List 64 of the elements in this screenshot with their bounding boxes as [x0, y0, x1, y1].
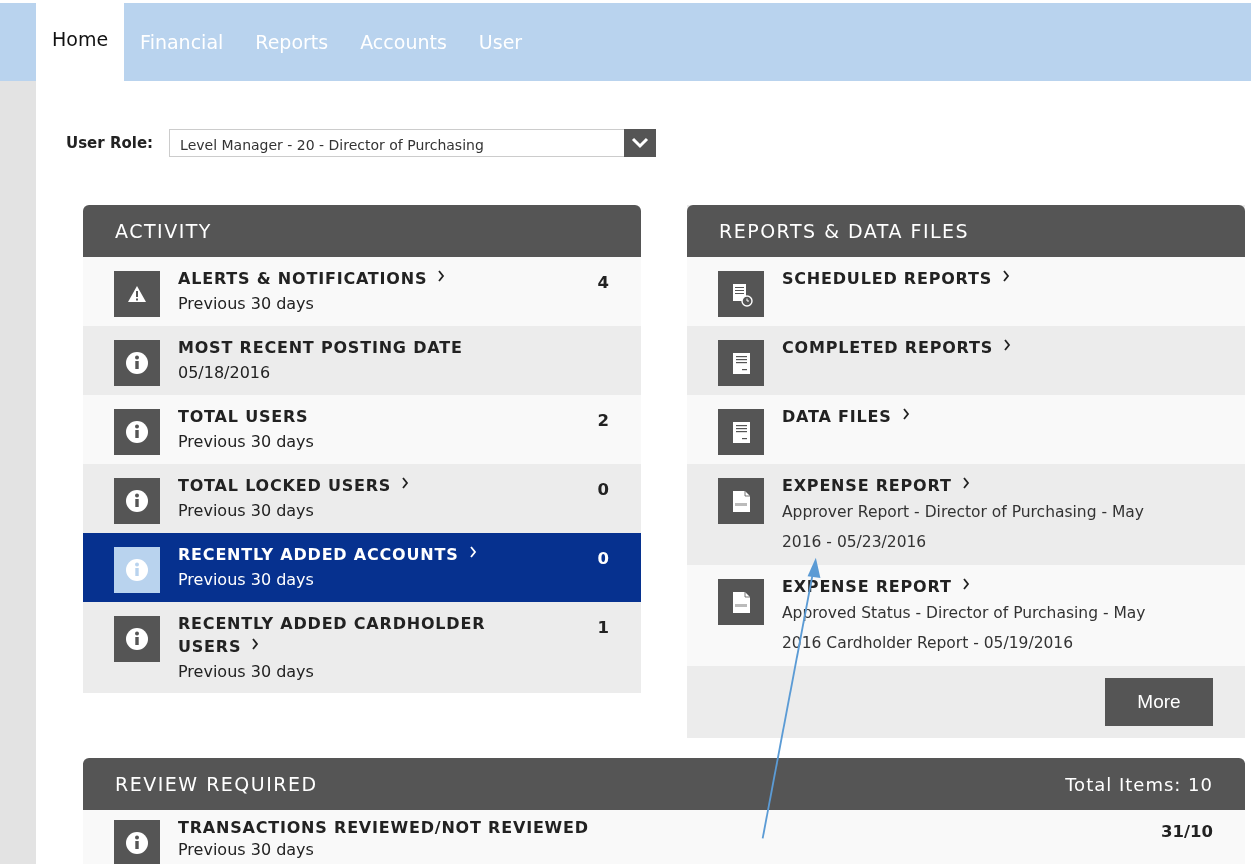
activity-row[interactable]: RECENTLY ADDED ACCOUNTS Previous 30 days 0 — [83, 533, 641, 602]
chevron-icon — [437, 270, 446, 282]
activity-row[interactable]: TRANSACTIONS REVIEWED/NOT REVIEWED Previous 30 days 31/10 — [83, 810, 1245, 864]
info-icon — [114, 616, 160, 662]
chevron-icon — [1003, 339, 1012, 351]
report-row[interactable]: SCHEDULED REPORTS — [687, 257, 1245, 326]
item-title[interactable]: RECENTLY ADDED ACCOUNTS — [178, 543, 477, 566]
info-icon — [114, 409, 160, 455]
more-button[interactable]: More — [1105, 678, 1213, 726]
info-icon — [114, 820, 160, 864]
pdf-icon — [718, 478, 764, 524]
document-icon — [718, 409, 764, 455]
item-subtitle: Previous 30 days — [178, 569, 315, 591]
report-title[interactable]: COMPLETED REPORTS — [782, 336, 1012, 359]
activity-row[interactable]: ALERTS & NOTIFICATIONS Previous 30 days 4 — [83, 257, 641, 326]
chevron-icon — [961, 578, 970, 590]
report-title[interactable]: SCHEDULED REPORTS — [782, 267, 1011, 290]
chevron-icon — [468, 546, 477, 558]
item-count: 4 — [597, 273, 609, 292]
panel-title: ACTIVITY — [115, 220, 212, 242]
item-count: 2 — [597, 411, 609, 430]
report-title[interactable]: DATA FILES — [782, 405, 910, 428]
item-count: 1 — [597, 618, 609, 637]
item-title[interactable]: ALERTS & NOTIFICATIONS — [178, 267, 446, 290]
info-icon — [114, 340, 160, 386]
report-row[interactable]: DATA FILES — [687, 395, 1245, 464]
panel-title: REPORTS & DATA FILES — [719, 220, 970, 242]
panel-title: REVIEW REQUIRED — [115, 773, 318, 795]
item-count: 0 — [597, 549, 609, 568]
chevron-icon — [901, 408, 910, 420]
nav-tab[interactable]: Home — [36, 3, 125, 81]
chevron-icon — [1002, 270, 1011, 282]
document-icon — [718, 340, 764, 386]
chevron-icon — [401, 477, 410, 489]
warning-icon — [114, 271, 160, 317]
item-subtitle: Previous 30 days — [178, 839, 315, 861]
user-role-dropdown[interactable]: Level Manager - 20 - Director of Purchasing — [169, 129, 657, 157]
item-title[interactable]: TRANSACTIONS REVIEWED/NOT REVIEWED — [178, 816, 589, 839]
item-subtitle: Previous 30 days — [178, 293, 315, 315]
activity-row[interactable]: TOTAL USERS Previous 30 days 2 — [83, 395, 641, 464]
report-title[interactable]: EXPENSE REPORT — [782, 474, 1182, 497]
scheduled-document-icon — [718, 271, 764, 317]
chevron-icon — [961, 477, 970, 489]
total-items: Total Items: 10 — [1065, 773, 1213, 795]
item-title[interactable]: MOST RECENT POSTING DATE — [178, 336, 463, 359]
activity-row[interactable]: TOTAL LOCKED USERS Previous 30 days 0 — [83, 464, 641, 533]
item-title[interactable]: TOTAL USERS — [178, 405, 314, 428]
activity-row[interactable]: RECENTLY ADDED CARDHOLDER USERS Previous 30 days 1 — [83, 602, 641, 693]
activity-row[interactable]: MOST RECENT POSTING DATE 05/18/2016 — [83, 326, 641, 395]
info-icon — [114, 547, 160, 593]
report-description: Approver Report - Director of Purchasing - May 2016 - 05/23/2016 — [782, 502, 1145, 553]
chevron-icon — [251, 638, 260, 650]
item-count: 31/10 — [1161, 822, 1213, 841]
info-icon — [114, 478, 160, 524]
pdf-icon — [718, 579, 764, 625]
item-subtitle: Previous 30 days — [178, 500, 315, 522]
user-role-label: User Role: — [66, 134, 154, 152]
item-title[interactable]: TOTAL LOCKED USERS — [178, 474, 410, 497]
item-count: 0 — [597, 480, 609, 499]
item-title[interactable]: RECENTLY ADDED CARDHOLDER USERS — [178, 612, 528, 658]
item-subtitle: Previous 30 days — [178, 431, 314, 453]
item-subtitle: 05/18/2016 — [178, 362, 272, 384]
caret-icon — [624, 129, 657, 157]
item-subtitle: Previous 30 days — [178, 661, 315, 683]
